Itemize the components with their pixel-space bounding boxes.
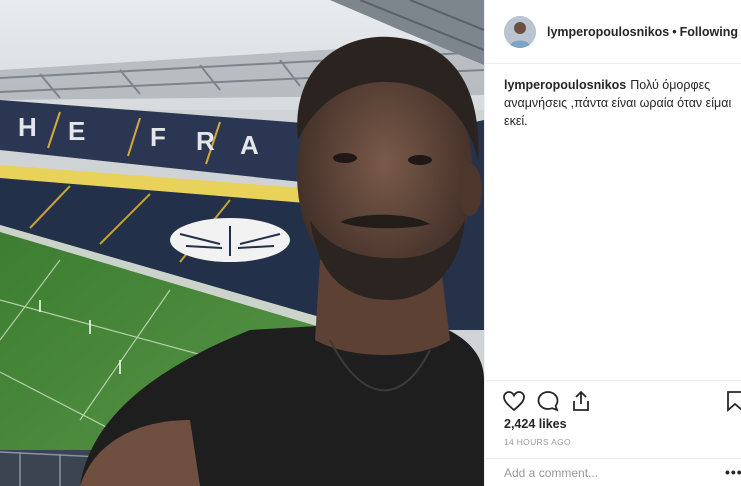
heart-icon (503, 391, 525, 412)
action-bar (485, 380, 741, 420)
share-icon (573, 390, 589, 411)
stand-letter: R (196, 126, 215, 156)
stand-letter: F (150, 122, 166, 152)
avatar[interactable] (504, 16, 536, 48)
stadium-selfie-image: H E F R A (0, 0, 484, 486)
following-button[interactable]: Following (680, 25, 738, 39)
post-photo[interactable]: H E F R A (0, 0, 484, 486)
header-separator: • (672, 25, 677, 39)
post-side-panel: lymperopoulosnikos • Following lymperopoul… (484, 0, 741, 486)
save-button[interactable] (723, 389, 741, 413)
like-button[interactable] (502, 389, 526, 413)
comment-input[interactable] (502, 463, 706, 483)
comment-button[interactable] (536, 389, 560, 413)
likes-count[interactable]: 2,424 likes (504, 417, 567, 431)
share-button[interactable] (569, 389, 593, 413)
stand-letter: A (240, 130, 259, 160)
avatar-image (504, 16, 536, 48)
post-caption: lymperopoulosnikos Πολύ όμορφες αναμνήσει… (504, 76, 734, 130)
comment-icon (537, 391, 559, 412)
bookmark-icon (727, 391, 741, 412)
stand-letter: E (68, 116, 85, 146)
more-options-icon[interactable]: ••• (725, 464, 741, 480)
caption-username-link[interactable]: lymperopoulosnikos (504, 78, 626, 92)
post-header: lymperopoulosnikos • Following (485, 0, 741, 64)
post-timestamp[interactable]: 14 HOURS AGO (504, 437, 571, 447)
stand-letter: H (18, 112, 37, 142)
eagle-logo (170, 218, 290, 262)
post-username-link[interactable]: lymperopoulosnikos (547, 25, 669, 39)
post-header-line: lymperopoulosnikos • Following (547, 25, 738, 39)
comment-bar: ••• (485, 458, 741, 486)
